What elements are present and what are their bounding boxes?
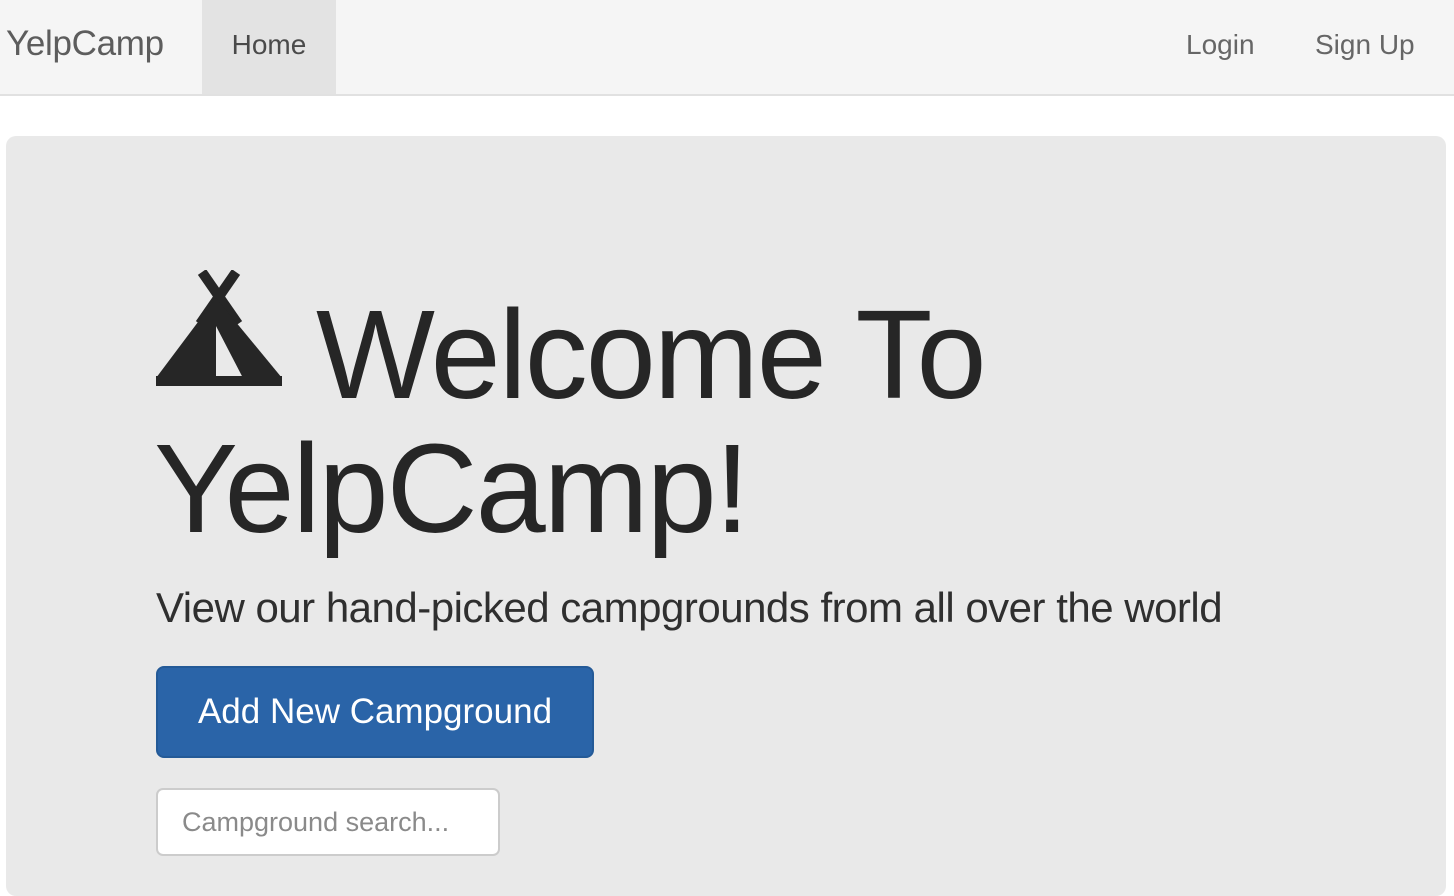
add-new-campground-button[interactable]: Add New Campground: [156, 666, 594, 758]
title-line-2: YelpCamp!: [154, 418, 750, 559]
campground-search-input[interactable]: [156, 788, 500, 856]
nav-signup-link[interactable]: Sign Up: [1315, 0, 1415, 94]
brand-link[interactable]: YelpCamp: [6, 22, 164, 66]
nav-login-link[interactable]: Login: [1186, 0, 1255, 94]
page-title: Welcome To YelpCamp!: [154, 288, 1304, 556]
subtitle: View our hand-picked campgrounds from al…: [156, 584, 1223, 631]
navbar: YelpCamp Home Login Sign Up: [0, 0, 1454, 96]
nav-home-link[interactable]: Home: [202, 0, 336, 94]
title-line-1: Welcome To: [316, 284, 987, 425]
